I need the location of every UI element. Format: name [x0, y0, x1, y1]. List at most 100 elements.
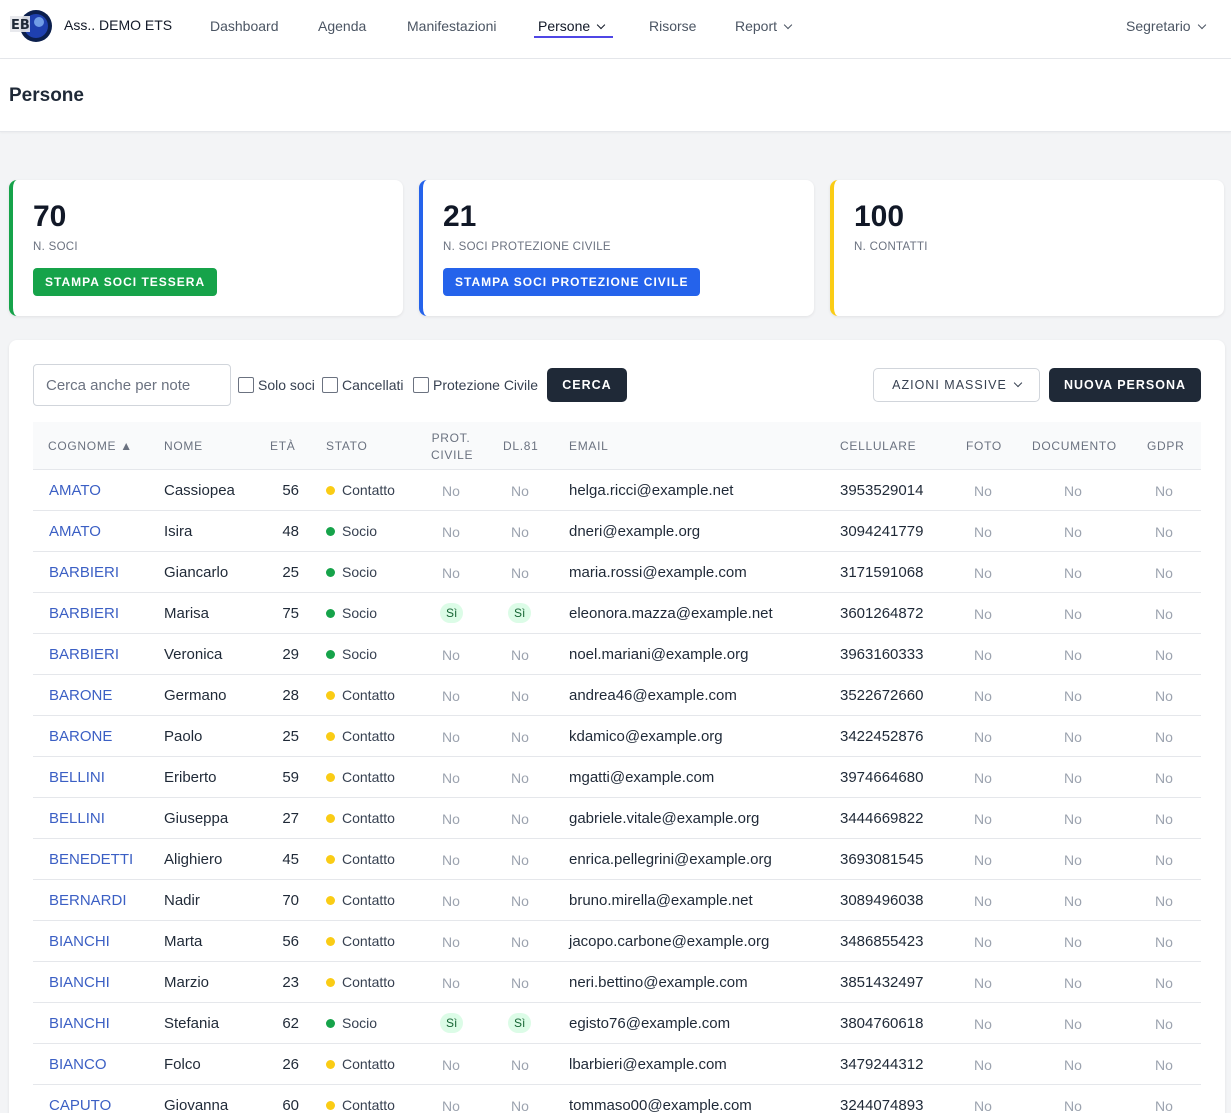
table-row[interactable]: BARBIERI Giancarlo 25 Socio No No maria.… — [33, 552, 1201, 593]
status-badge: Contatto — [326, 810, 395, 826]
filter-solo-soci[interactable]: Solo soci — [238, 376, 315, 394]
table-row[interactable]: BIANCHI Stefania 62 Socio Sì Sì egisto76… — [33, 1003, 1201, 1044]
dl81-value: No — [511, 811, 529, 827]
document-value: No — [1064, 811, 1082, 827]
search-button[interactable]: CERCA — [547, 368, 627, 402]
photo-value: No — [974, 483, 992, 499]
checkbox-label: Solo soci — [258, 377, 315, 393]
stat-value: 70 — [33, 200, 67, 233]
table-row[interactable]: BIANCHI Marta 56 Contatto No No jacopo.c… — [33, 921, 1201, 962]
surname-link[interactable]: BIANCO — [49, 1056, 107, 1073]
surname-link[interactable]: BELLINI — [49, 810, 105, 827]
col-age[interactable]: ETÀ — [270, 439, 295, 453]
col-photo[interactable]: FOTO — [966, 439, 1002, 453]
nav-dashboard[interactable]: Dashboard — [210, 18, 279, 34]
col-document[interactable]: DOCUMENTO — [1032, 439, 1117, 453]
status-badge: Contatto — [326, 851, 395, 867]
status-text: Contatto — [342, 933, 395, 949]
surname-link[interactable]: AMATO — [49, 482, 101, 499]
nav-report[interactable]: Report — [735, 18, 793, 34]
col-status[interactable]: STATO — [326, 439, 368, 453]
bulk-actions-dropdown[interactable]: AZIONI MASSIVE — [873, 368, 1040, 402]
nav-persone[interactable]: Persone — [538, 18, 606, 34]
prot-civile-value: No — [442, 1098, 460, 1113]
status-badge: Contatto — [326, 933, 395, 949]
surname-link[interactable]: BARONE — [49, 687, 112, 704]
user-menu[interactable]: Segretario — [1126, 18, 1206, 34]
table-row[interactable]: BIANCHI Marzio 23 Contatto No No neri.be… — [33, 962, 1201, 1003]
photo-value: No — [974, 688, 992, 704]
surname-link[interactable]: BIANCHI — [49, 933, 110, 950]
col-name[interactable]: NOME — [164, 439, 203, 453]
photo-value: No — [974, 975, 992, 991]
surname-link[interactable]: BIANCHI — [49, 974, 110, 991]
table-row[interactable]: BELLINI Eriberto 59 Contatto No No mgatt… — [33, 757, 1201, 798]
col-prot-civile[interactable]: PROT. CIVILE — [431, 431, 473, 462]
stat-card-soci: 70 N. SOCI STAMPA SOCI TESSERA — [9, 180, 403, 316]
surname-link[interactable]: BARBIERI — [49, 605, 119, 622]
photo-value: No — [974, 893, 992, 909]
chevron-down-icon — [1197, 20, 1206, 30]
table-row[interactable]: BELLINI Giuseppa 27 Contatto No No gabri… — [33, 798, 1201, 839]
checkbox[interactable] — [238, 377, 254, 393]
surname-link[interactable]: BIANCHI — [49, 1015, 110, 1032]
nav-agenda[interactable]: Agenda — [318, 18, 366, 34]
col-email[interactable]: EMAIL — [569, 439, 609, 453]
col-gdpr[interactable]: GDPR — [1147, 439, 1184, 453]
status-dot-icon — [326, 568, 335, 577]
surname-link[interactable]: AMATO — [49, 523, 101, 540]
print-members-card-button[interactable]: STAMPA SOCI TESSERA — [33, 268, 218, 296]
email: noel.mariani@example.org — [569, 646, 749, 663]
status-dot-icon — [326, 978, 335, 987]
checkbox-label: Cancellati — [342, 377, 404, 393]
brand-name[interactable]: Ass.. DEMO ETS — [64, 17, 172, 33]
col-prot-civile-line1: PROT. — [431, 431, 471, 445]
filter-cancellati[interactable]: Cancellati — [322, 376, 403, 394]
age: 62 — [282, 1015, 299, 1032]
age: 59 — [282, 769, 299, 786]
col-surname[interactable]: COGNOME ▲ — [48, 439, 133, 453]
surname-link[interactable]: BARBIERI — [49, 646, 119, 663]
table-row[interactable]: BIANCO Folco 26 Contatto No No lbarbieri… — [33, 1044, 1201, 1085]
nav-manifestazioni[interactable]: Manifestazioni — [407, 18, 497, 34]
document-value: No — [1064, 934, 1082, 950]
surname-link[interactable]: CAPUTO — [49, 1097, 111, 1113]
gdpr-value: No — [1155, 770, 1173, 786]
surname-link[interactable]: BERNARDI — [49, 892, 127, 909]
surname-link[interactable]: BARONE — [49, 728, 112, 745]
col-dl81[interactable]: DL.81 — [503, 439, 539, 453]
table-row[interactable]: BARBIERI Veronica 29 Socio No No noel.ma… — [33, 634, 1201, 675]
surname-link[interactable]: BELLINI — [49, 769, 105, 786]
prot-civile-value: No — [442, 975, 460, 991]
nav-risorse[interactable]: Risorse — [649, 18, 696, 34]
email: egisto76@example.com — [569, 1015, 731, 1032]
surname-link[interactable]: BENEDETTI — [49, 851, 133, 868]
table-row[interactable]: AMATO Cassiopea 56 Contatto No No helga.… — [33, 470, 1201, 511]
table-row[interactable]: BENEDETTI Alighiero 45 Contatto No No en… — [33, 839, 1201, 880]
status-badge: Contatto — [326, 1056, 395, 1072]
col-phone[interactable]: CELLULARE — [840, 439, 916, 453]
table-row[interactable]: BERNARDI Nadir 70 Contatto No No bruno.m… — [33, 880, 1201, 921]
new-person-button[interactable]: NUOVA PERSONA — [1049, 368, 1201, 402]
table-row[interactable]: BARONE Germano 28 Contatto No No andrea4… — [33, 675, 1201, 716]
checkbox[interactable] — [413, 377, 429, 393]
checkbox[interactable] — [322, 377, 338, 393]
status-text: Contatto — [342, 974, 395, 990]
table-row[interactable]: CAPUTO Giovanna 60 Contatto No No tommas… — [33, 1085, 1201, 1113]
table-row[interactable]: AMATO Isira 48 Socio No No dneri@example… — [33, 511, 1201, 552]
first-name: Stefania — [164, 1015, 220, 1032]
surname-link[interactable]: BARBIERI — [49, 564, 119, 581]
search-input[interactable] — [33, 364, 231, 406]
nav-report-label: Report — [735, 18, 778, 34]
status-dot-icon — [326, 1101, 335, 1110]
email: mgatti@example.com — [569, 769, 715, 786]
status-dot-icon — [326, 814, 335, 823]
print-civil-protection-button[interactable]: STAMPA SOCI PROTEZIONE CIVILE — [443, 268, 701, 296]
prot-civile-value: No — [442, 565, 460, 581]
brand-logo-icon[interactable]: EB — [10, 8, 54, 44]
table-row[interactable]: BARBIERI Marisa 75 Socio Sì Sì eleonora.… — [33, 593, 1201, 634]
prot-civile-value: No — [442, 729, 460, 745]
status-text: Socio — [342, 523, 378, 539]
table-row[interactable]: BARONE Paolo 25 Contatto No No kdamico@e… — [33, 716, 1201, 757]
filter-protezione-civile[interactable]: Protezione Civile — [413, 376, 538, 394]
